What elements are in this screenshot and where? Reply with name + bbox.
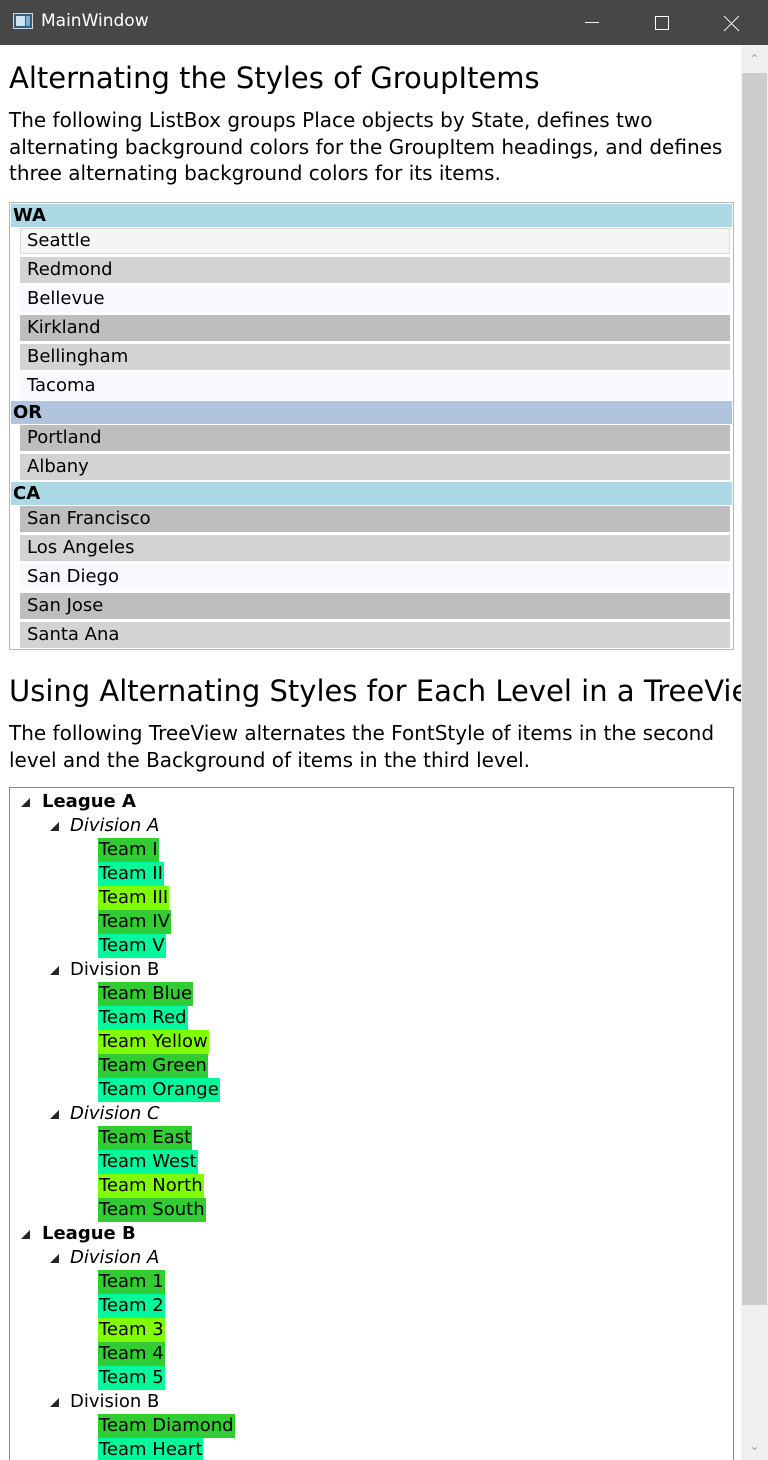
group-header: CA <box>11 482 732 505</box>
list-item[interactable]: Albany <box>20 454 730 480</box>
tree-item-division[interactable]: Division A <box>70 1246 159 1270</box>
tree-item-team[interactable]: Team I <box>98 838 159 862</box>
list-item[interactable]: San Francisco <box>20 506 730 532</box>
tree-item-team[interactable]: Team III <box>98 886 170 910</box>
expanded-triangle-icon[interactable] <box>50 1398 59 1407</box>
leagues-treeview[interactable]: League A Division A Team I Team II Team III T… <box>9 787 734 1460</box>
close-icon <box>724 15 740 31</box>
title-bar[interactable]: MainWindow <box>0 0 768 45</box>
tree-item-team[interactable]: Team Diamond <box>98 1414 235 1438</box>
app-window-icon <box>13 13 33 29</box>
expanded-triangle-icon[interactable] <box>50 1110 59 1119</box>
chevron-down-icon: ⌄ <box>749 1439 760 1453</box>
tree-item-team[interactable]: Team 4 <box>98 1342 165 1366</box>
tree-item-team[interactable]: Team Heart <box>98 1438 204 1460</box>
expanded-triangle-icon[interactable] <box>21 798 30 807</box>
list-item[interactable]: Seattle <box>20 228 730 254</box>
tree-item-team[interactable]: Team 3 <box>98 1318 165 1342</box>
tree-item-team[interactable]: Team Blue <box>98 982 194 1006</box>
section2-description: The following TreeView alternates the Fo… <box>9 721 715 772</box>
group-header: OR <box>11 401 732 424</box>
tree-item-league[interactable]: League A <box>42 790 136 814</box>
tree-item-division[interactable]: Division B <box>70 1390 159 1414</box>
list-item[interactable]: Los Angeles <box>20 535 730 561</box>
tree-item-team[interactable]: Team Red <box>98 1006 188 1030</box>
minimize-icon <box>585 22 599 23</box>
list-item[interactable]: Tacoma <box>20 373 730 399</box>
section1-description: The following ListBox groups Place objec… <box>9 108 723 185</box>
group-header: WA <box>11 204 732 227</box>
tree-item-team[interactable]: Team 1 <box>98 1270 165 1294</box>
scroll-thumb[interactable] <box>742 73 767 1305</box>
scroll-down-button[interactable]: ⌄ <box>741 1432 768 1460</box>
tree-item-division[interactable]: Division B <box>70 958 159 982</box>
list-item[interactable]: Kirkland <box>20 315 730 341</box>
expanded-triangle-icon[interactable] <box>21 1230 30 1239</box>
close-button[interactable] <box>697 0 767 45</box>
section2-heading: Using Alternating Styles for Each Level … <box>9 674 741 708</box>
list-item[interactable]: San Diego <box>20 564 730 590</box>
list-item[interactable]: Redmond <box>20 257 730 283</box>
chevron-up-icon: ⌃ <box>749 52 760 66</box>
tree-item-team[interactable]: Team II <box>98 862 164 886</box>
list-item[interactable]: Santa Ana <box>20 622 730 648</box>
expanded-triangle-icon[interactable] <box>50 1254 59 1263</box>
tree-item-team[interactable]: Team South <box>98 1198 206 1222</box>
maximize-icon <box>655 15 669 30</box>
section1-heading: Alternating the Styles of GroupItems <box>9 61 540 95</box>
maximize-button[interactable] <box>627 0 697 45</box>
tree-item-team[interactable]: Team North <box>98 1174 204 1198</box>
expanded-triangle-icon[interactable] <box>50 966 59 975</box>
list-item[interactable]: Portland <box>20 425 730 451</box>
list-item[interactable]: Bellingham <box>20 344 730 370</box>
tree-item-team[interactable]: Team Green <box>98 1054 208 1078</box>
minimize-button[interactable] <box>557 0 627 45</box>
tree-item-team[interactable]: Team Orange <box>98 1078 220 1102</box>
tree-item-league[interactable]: League B <box>42 1222 136 1246</box>
list-item[interactable]: Bellevue <box>20 286 730 312</box>
tree-item-team[interactable]: Team Yellow <box>98 1030 209 1054</box>
tree-item-team[interactable]: Team West <box>98 1150 198 1174</box>
window-content: Alternating the Styles of GroupItems The… <box>0 45 741 1460</box>
places-listbox[interactable]: WA Seattle Redmond Bellevue Kirkland Bellingh… <box>9 202 734 650</box>
tree-item-division[interactable]: Division A <box>70 814 159 838</box>
tree-item-team[interactable]: Team 2 <box>98 1294 165 1318</box>
expanded-triangle-icon[interactable] <box>50 822 59 831</box>
tree-item-division[interactable]: Division C <box>70 1102 160 1126</box>
scroll-up-button[interactable]: ⌃ <box>741 45 768 73</box>
tree-item-team[interactable]: Team V <box>98 934 166 958</box>
window-title: MainWindow <box>41 11 149 31</box>
tree-item-team[interactable]: Team East <box>98 1126 193 1150</box>
tree-item-team[interactable]: Team 5 <box>98 1366 165 1390</box>
list-item[interactable]: San Jose <box>20 593 730 619</box>
vertical-scrollbar[interactable]: ⌃ ⌄ <box>741 45 768 1460</box>
tree-item-team[interactable]: Team IV <box>98 910 171 934</box>
